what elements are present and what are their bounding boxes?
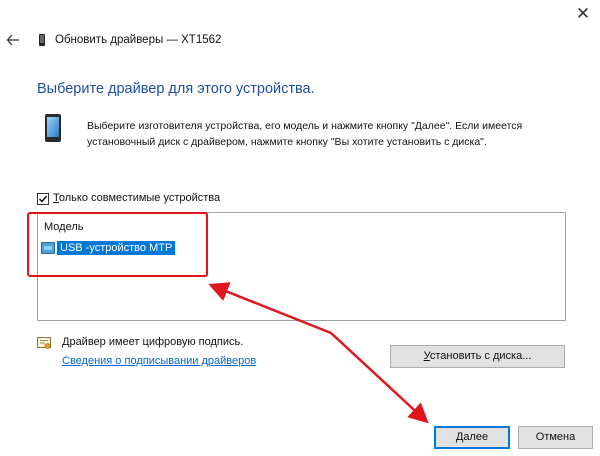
cancel-button[interactable]: Отмена [518,426,593,449]
compatible-only-label[interactable]: Только совместимые устройства [53,192,220,204]
next-button[interactable]: Далее [434,426,510,449]
phone-device-icon [45,114,61,142]
certificate-icon [37,337,51,349]
back-arrow-icon[interactable] [6,33,20,47]
close-icon[interactable]: ✕ [573,4,593,24]
compatible-only-checkbox[interactable] [37,193,49,205]
instruction-text: Выберите изготовителя устройства, его мо… [87,120,523,148]
signature-status-text: Драйвер имеет цифровую подпись. [62,336,244,348]
driver-signing-link[interactable]: Сведения о подписывании драйверов [62,355,256,367]
window-title: Обновить драйверы — XT1562 [55,34,222,46]
page-heading: Выберите драйвер для этого устройства. [37,81,315,97]
install-from-disk-button[interactable]: Установить с диска... [390,345,565,368]
checkmark-icon [38,195,48,203]
annotation-highlight-box [27,212,208,277]
phone-device-icon [39,34,45,46]
